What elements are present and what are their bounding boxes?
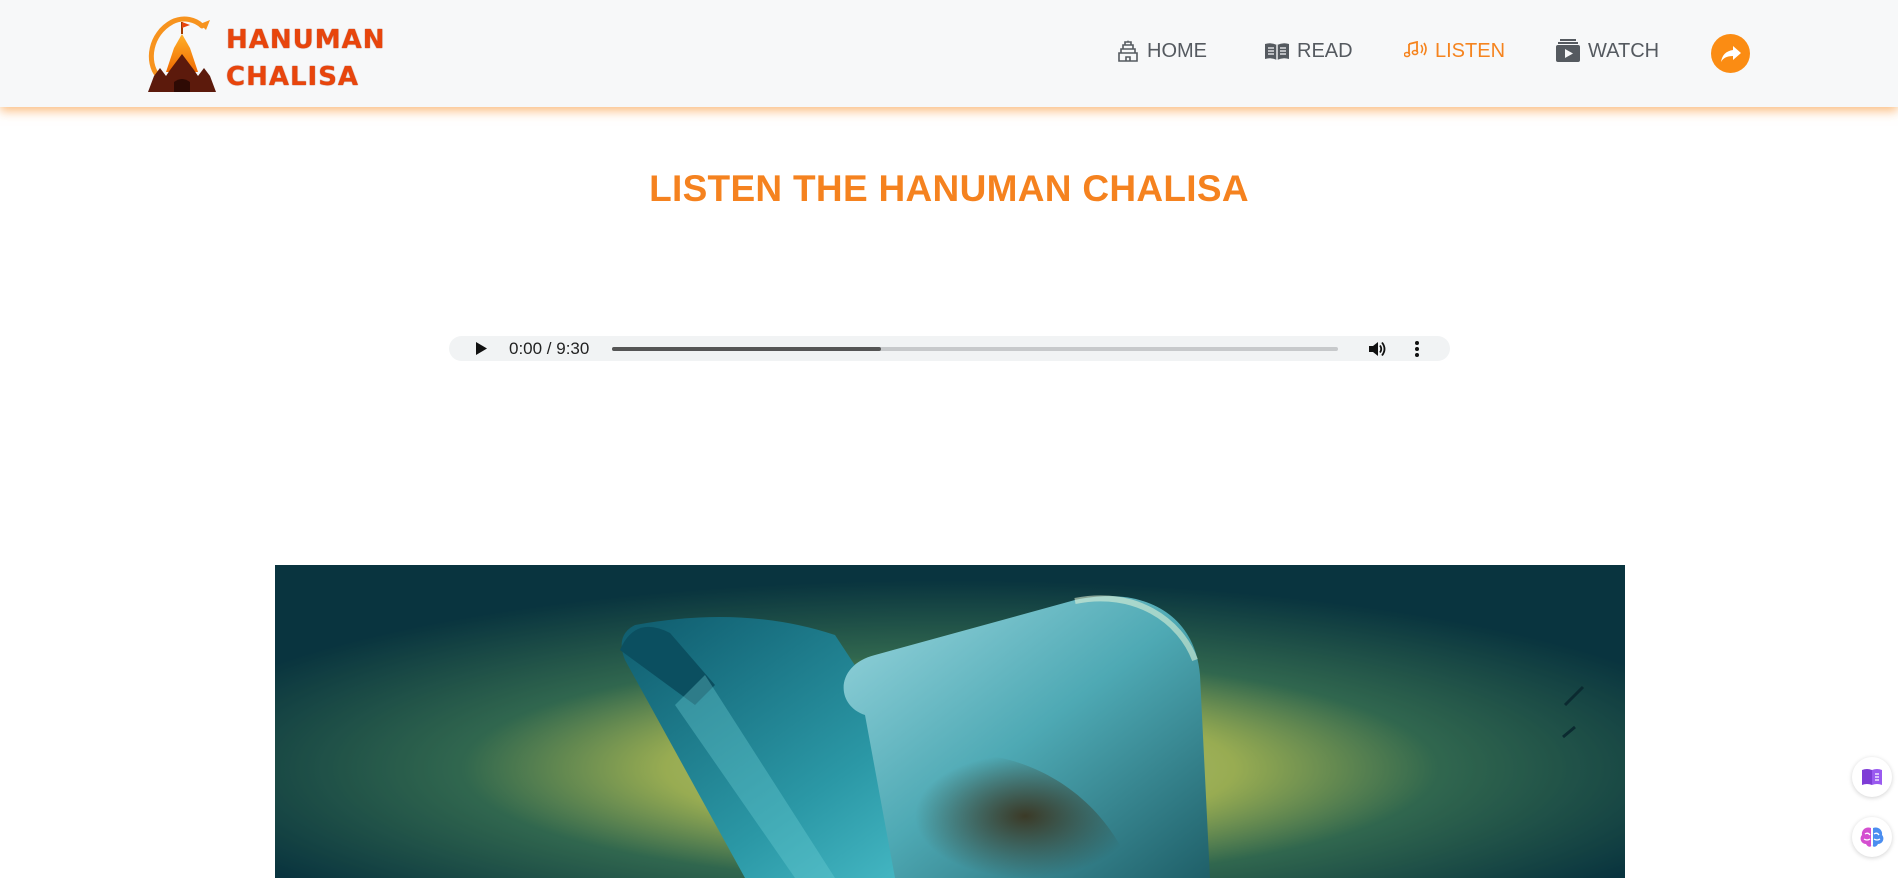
audio-time-display: 0:00 / 9:30 [509, 339, 590, 358]
brain-icon [1860, 827, 1884, 847]
music-notes-icon [1404, 41, 1427, 58]
shivling-illustration [275, 565, 1625, 878]
nav-watch[interactable]: WATCH [1555, 36, 1659, 66]
reader-mode-button[interactable] [1852, 757, 1892, 797]
logo-line-2: CHALISA [226, 62, 360, 92]
share-button[interactable] [1711, 34, 1750, 73]
nav-watch-label: WATCH [1588, 39, 1660, 62]
audio-buffered-fill [612, 347, 881, 351]
reader-icon [1862, 769, 1882, 785]
nav-read-label: READ [1297, 39, 1353, 62]
audio-player[interactable]: 0:00 / 9:30 [449, 336, 1450, 361]
nav-home[interactable]: HOME [1116, 36, 1207, 66]
share-arrow-icon [1720, 45, 1741, 62]
temple-logo-icon [148, 16, 216, 92]
ai-assistant-button[interactable] [1852, 817, 1892, 857]
temple-icon [1118, 40, 1138, 62]
volume-icon[interactable] [1367, 339, 1387, 359]
play-icon[interactable] [475, 342, 488, 355]
logo-line-1: HANUMAN [226, 25, 386, 55]
hero-image [275, 565, 1625, 878]
site-header: HANUMAN CHALISA HOME READ LISTEN WATCH [0, 0, 1898, 107]
nav-listen[interactable]: LISTEN [1404, 36, 1505, 66]
audio-seek-bar[interactable] [612, 347, 1338, 351]
nav-listen-label: LISTEN [1435, 39, 1506, 62]
site-logo[interactable]: HANUMAN CHALISA [144, 14, 385, 92]
nav-home-label: HOME [1147, 39, 1207, 62]
more-vertical-icon[interactable] [1409, 339, 1425, 359]
logo-wordmark: HANUMAN CHALISA [226, 22, 386, 96]
nav-read[interactable]: READ [1264, 36, 1353, 66]
book-icon [1265, 43, 1289, 60]
page-title: LISTEN THE HANUMAN CHALISA [649, 168, 1249, 209]
video-icon [1556, 39, 1580, 62]
